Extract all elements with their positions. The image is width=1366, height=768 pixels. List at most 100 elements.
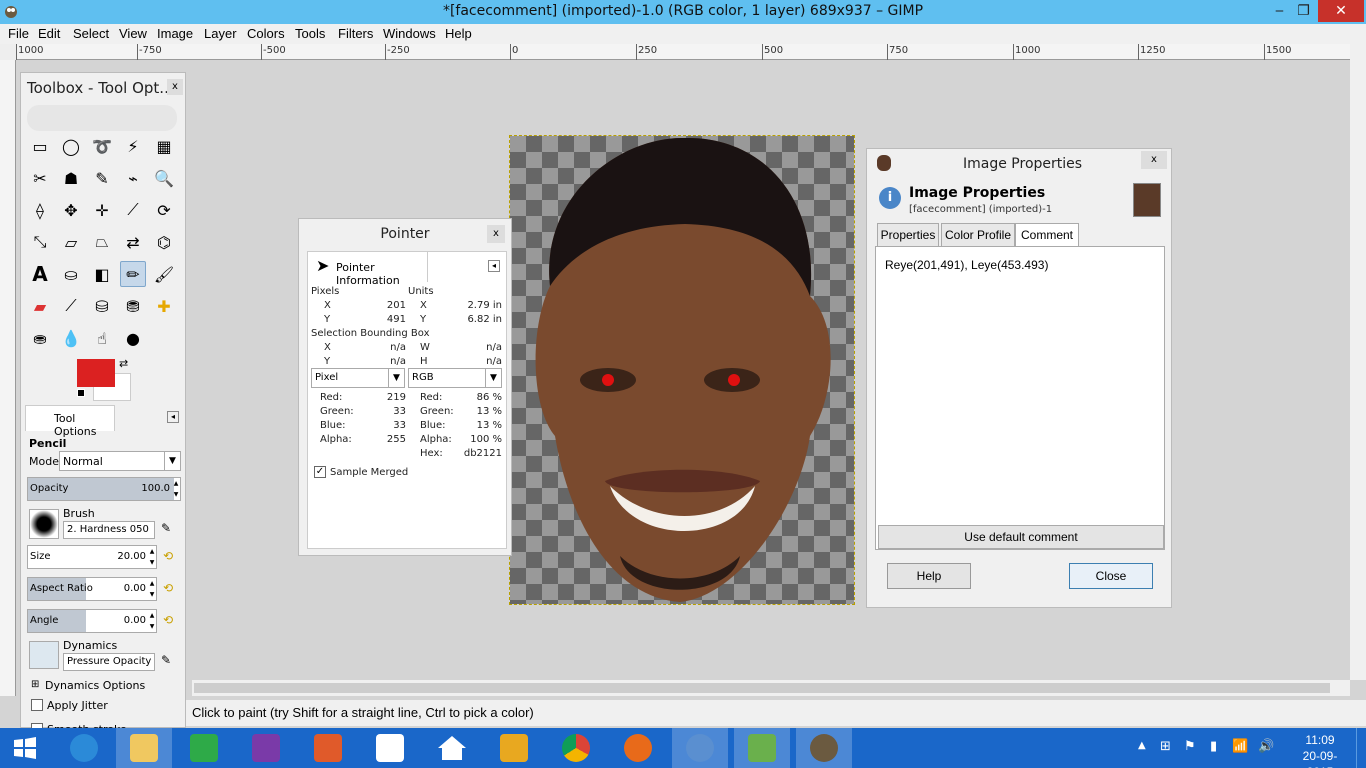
menu-view[interactable]: View — [119, 26, 147, 41]
color-select-tool-icon[interactable]: ▦ — [151, 133, 177, 159]
taskbar-document[interactable] — [362, 728, 418, 768]
taskbar-ie[interactable] — [56, 728, 112, 768]
blur-tool-icon[interactable]: 💧 — [58, 325, 84, 351]
bucket-fill-tool-icon[interactable]: ⛀ — [58, 261, 84, 287]
heal-tool-icon[interactable]: ✚ — [151, 293, 177, 319]
show-hidden-icons-icon[interactable]: ▲ — [1138, 740, 1146, 751]
measure-tool-icon[interactable]: ⟠ — [27, 197, 53, 223]
foreground-select-tool-icon[interactable]: ☗ — [58, 165, 84, 191]
dodge-burn-tool-icon[interactable]: ● — [120, 325, 146, 351]
paintbrush-tool-icon[interactable]: 🖌 — [151, 261, 177, 287]
volume-icon[interactable]: 🔊 — [1258, 739, 1274, 754]
taskbar-notes[interactable] — [486, 728, 542, 768]
tool-options-menu-icon[interactable]: ◂ — [167, 411, 179, 423]
horizontal-scrollbar[interactable] — [192, 680, 1350, 696]
taskbar-onenote[interactable] — [238, 728, 294, 768]
battery-icon[interactable]: ▮ — [1210, 739, 1217, 754]
dynamics-options-expander[interactable]: Dynamics Options — [45, 679, 145, 692]
color-mode-left-select[interactable]: Pixel ▼ — [311, 368, 405, 388]
edit-dynamics-icon[interactable]: ✎ — [161, 653, 171, 667]
image-canvas[interactable] — [509, 135, 855, 605]
use-default-comment-button[interactable]: Use default comment — [878, 525, 1164, 549]
menu-select[interactable]: Select — [73, 26, 109, 41]
rect-select-tool-icon[interactable]: ▭ — [27, 133, 53, 159]
tool-options-tab[interactable]: Tool Options — [25, 405, 115, 438]
menu-tools[interactable]: Tools — [295, 26, 325, 41]
menu-colors[interactable]: Colors — [247, 26, 285, 41]
windows-tray-icon[interactable]: ⊞ — [1160, 739, 1171, 754]
clone-tool-icon[interactable]: ⛃ — [120, 293, 146, 319]
menu-layer[interactable]: Layer — [204, 26, 237, 41]
dynamics-preview-icon[interactable] — [29, 641, 59, 669]
menu-help[interactable]: Help — [445, 26, 472, 41]
dynamics-name-field[interactable]: Pressure Opacity — [63, 653, 155, 671]
smudge-tool-icon[interactable]: ☝ — [89, 325, 115, 351]
fuzzy-select-tool-icon[interactable]: ⚡ — [120, 133, 146, 159]
scale-tool-icon[interactable]: ⤡ — [27, 229, 53, 255]
close-button[interactable]: Close — [1069, 563, 1153, 589]
action-center-icon[interactable]: ⚑ — [1184, 739, 1196, 754]
taskbar-app[interactable] — [734, 728, 790, 768]
brush-preview[interactable] — [29, 509, 59, 539]
edit-brush-icon[interactable]: ✎ — [161, 521, 171, 535]
menu-filters[interactable]: Filters — [338, 26, 373, 41]
mode-select[interactable]: Normal ▼ — [59, 451, 181, 471]
rotate-tool-icon[interactable]: ⟳ — [151, 197, 177, 223]
reset-size-icon[interactable]: ⟲ — [163, 549, 173, 563]
zoom-tool-icon[interactable]: 🔍 — [151, 165, 177, 191]
eraser-tool-icon[interactable]: ▰ — [27, 293, 53, 319]
foreground-color-swatch[interactable] — [77, 359, 115, 387]
size-slider[interactable]: Size 20.00 ▲ ▼ — [27, 545, 157, 569]
reset-angle-icon[interactable]: ⟲ — [163, 613, 173, 627]
move-tool-icon[interactable]: ✥ — [58, 197, 84, 223]
menu-edit[interactable]: Edit — [38, 26, 60, 41]
ellipse-select-tool-icon[interactable]: ◯ — [58, 133, 84, 159]
taskbar-photos[interactable] — [300, 728, 356, 768]
properties-close-x-button[interactable]: x — [1141, 151, 1167, 169]
menu-image[interactable]: Image — [157, 26, 193, 41]
angle-spin-arrows[interactable]: ▲ ▼ — [148, 610, 156, 632]
clock[interactable]: 11:09 20-09-2015 — [1290, 732, 1350, 768]
opacity-spin-arrows[interactable]: ▲ ▼ — [172, 478, 180, 500]
reset-colors-icon[interactable] — [77, 389, 85, 397]
taskbar-firefox[interactable] — [610, 728, 666, 768]
taskbar-chrome[interactable] — [548, 728, 604, 768]
maximize-button[interactable]: ❐ — [1290, 0, 1317, 22]
pointer-panel-menu-icon[interactable]: ◂ — [488, 260, 500, 272]
reset-aspect-icon[interactable]: ⟲ — [163, 581, 173, 595]
brush-name-field[interactable]: 2. Hardness 050 — [63, 521, 155, 539]
close-window-button[interactable]: ✕ — [1318, 0, 1364, 22]
pencil-tool-icon[interactable]: ✏ — [120, 261, 146, 287]
sample-merged-checkbox[interactable]: ✓ — [314, 466, 326, 478]
show-desktop-button[interactable] — [1356, 728, 1366, 768]
flip-tool-icon[interactable]: ⇄ — [120, 229, 146, 255]
taskbar-store[interactable] — [176, 728, 232, 768]
horizontal-scroll-thumb[interactable] — [194, 683, 1330, 693]
paths-tool-icon[interactable]: ✎ — [89, 165, 115, 191]
free-select-tool-icon[interactable]: ➰ — [89, 133, 115, 159]
aspect-spin-arrows[interactable]: ▲ ▼ — [148, 578, 156, 600]
tab-comment[interactable]: Comment — [1015, 223, 1079, 247]
perspective-clone-tool-icon[interactable]: ⛂ — [27, 325, 53, 351]
ink-tool-icon[interactable]: ⛁ — [89, 293, 115, 319]
start-button[interactable] — [0, 728, 50, 768]
tab-properties[interactable]: Properties — [877, 223, 939, 247]
angle-slider[interactable]: Angle 0.00 ▲ ▼ — [27, 609, 157, 633]
horizontal-ruler[interactable]: 1000 -750 -500 -250 0 250 500 750 1000 1… — [16, 44, 1350, 60]
vertical-ruler[interactable] — [0, 60, 16, 696]
airbrush-tool-icon[interactable]: ⟋ — [58, 293, 84, 319]
blend-tool-icon[interactable]: ◧ — [89, 261, 115, 287]
taskbar-gimp[interactable] — [796, 728, 852, 768]
align-tool-icon[interactable]: ✛ — [89, 197, 115, 223]
minimize-button[interactable]: ‒ — [1266, 0, 1293, 22]
ruler-corner[interactable] — [0, 44, 16, 60]
tab-color-profile[interactable]: Color Profile — [941, 223, 1015, 247]
expand-icon[interactable]: ⊞ — [31, 679, 39, 690]
taskbar-home[interactable] — [424, 728, 480, 768]
shear-tool-icon[interactable]: ▱ — [58, 229, 84, 255]
perspective-tool-icon[interactable]: ⏢ — [89, 229, 115, 255]
cage-transform-tool-icon[interactable]: ⌬ — [151, 229, 177, 255]
crop-tool-icon[interactable]: ⟋ — [120, 197, 146, 223]
taskbar-chromium[interactable] — [672, 728, 728, 768]
toolbox-close-button[interactable]: x — [167, 79, 183, 95]
